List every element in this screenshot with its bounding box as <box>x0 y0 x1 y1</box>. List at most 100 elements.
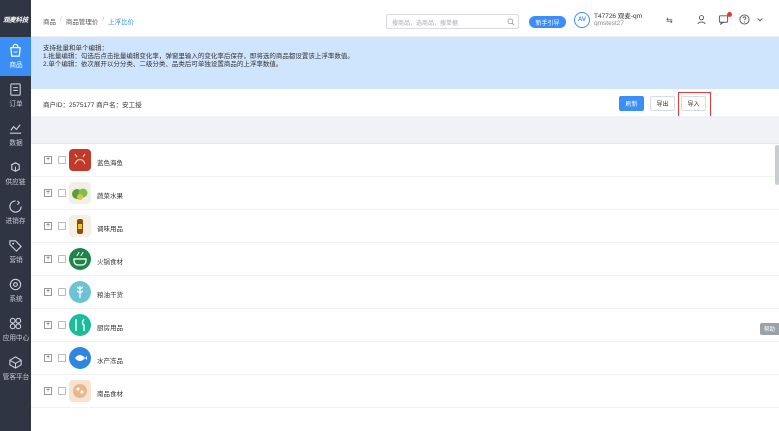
category-name: 水产冻品 <box>97 358 123 365</box>
sidebar-item-system[interactable]: 系统 <box>0 271 31 310</box>
search-placeholder: 搜商品，选商品，搜单据 <box>392 21 459 27</box>
table-header <box>31 116 779 144</box>
sidebar-item-label: 订单 <box>8 101 23 108</box>
shopping-bag-icon <box>10 43 21 57</box>
sidebar: 观麦科技 商品 订单 数据 供应链 进销存 营销 系统 应用中心 管客平台 <box>0 0 31 431</box>
refresh-button[interactable]: 刷新 <box>619 96 644 111</box>
sidebar-item-inventory[interactable]: 进销存 <box>0 193 31 232</box>
switch-account-icon[interactable]: ⇆ <box>666 16 673 25</box>
condiment-icon <box>69 215 91 237</box>
user-icon[interactable] <box>696 14 707 25</box>
sidebar-item-data[interactable]: 数据 <box>0 115 31 154</box>
sidebar-item-label: 系统 <box>8 296 23 303</box>
sidebar-item-goods[interactable]: 商品 <box>0 37 31 76</box>
sidebar-item-label: 管客平台 <box>2 374 29 381</box>
notice-line: 2.单个编辑：依次展开以分分类、二级分类、品类后可单独设置商品的上浮率数值。 <box>43 61 283 68</box>
expand-icon[interactable]: + <box>44 156 52 164</box>
sidebar-item-platform[interactable]: 管客平台 <box>0 349 31 388</box>
search-icon[interactable] <box>507 18 515 26</box>
info-notice: 支持批量和单个编辑： 1.批量编辑：勾选后点击批量编辑变化率，弹窗里输入的变化率… <box>31 37 779 89</box>
row-checkbox[interactable] <box>58 321 66 329</box>
hotpot-icon <box>69 248 91 270</box>
expand-icon[interactable]: + <box>44 288 52 296</box>
settings-icon <box>9 278 22 291</box>
table-row: + 蔬菜水果 <box>31 177 779 210</box>
row-checkbox[interactable] <box>58 222 66 230</box>
kitchen-icon <box>69 314 91 336</box>
category-name: 蓝色海鱼 <box>97 160 123 167</box>
category-table: + 蓝色海鱼 + 蔬菜水果 + 调味用品 + 火锅食材 + 粮油干货 + 厨房用… <box>31 116 779 431</box>
breadcrumb-item[interactable]: 商品管理价 <box>66 16 99 26</box>
table-row: + 火锅食材 <box>31 243 779 276</box>
chevron-down-icon[interactable] <box>756 14 764 25</box>
table-row: + 调味用品 <box>31 210 779 243</box>
sidebar-item-label: 数据 <box>8 140 23 147</box>
seafood-icon <box>69 149 91 171</box>
category-name: 粮油干货 <box>97 292 123 299</box>
row-checkbox[interactable] <box>58 255 66 263</box>
category-name: 调味用品 <box>97 226 123 233</box>
sidebar-item-label: 商品 <box>8 62 23 69</box>
sidebar-item-label: 进销存 <box>5 218 26 225</box>
grain-icon <box>69 281 91 303</box>
food-icon <box>69 380 91 402</box>
table-row: + 蓝色海鱼 <box>31 144 779 177</box>
account-switcher[interactable]: AV T47726 观麦-qm qmstest27 <box>574 12 642 28</box>
sidebar-item-orders[interactable]: 订单 <box>0 76 31 115</box>
table-row: + 水产冻品 <box>31 342 779 375</box>
account-sub: qmstest27 <box>594 20 624 27</box>
notice-title: 支持批量和单个编辑： <box>43 45 108 52</box>
expand-icon[interactable]: + <box>44 387 52 395</box>
table-row: + 南品食材 <box>31 375 779 408</box>
row-checkbox[interactable] <box>58 354 66 362</box>
avatar: AV <box>574 12 590 28</box>
notification-badge <box>727 12 732 17</box>
platform-icon <box>9 356 22 369</box>
merchant-toolbar: 商户ID：2575177 商户名：安工授 刷新 导出 导入 <box>31 89 779 116</box>
breadcrumb-item[interactable]: 商品 <box>43 16 56 26</box>
search-input[interactable]: 搜商品，选商品，搜单据 <box>386 14 519 29</box>
table-row: + 粮油干货 <box>31 276 779 309</box>
tag-icon <box>9 240 22 252</box>
row-checkbox[interactable] <box>58 156 66 164</box>
sidebar-item-label: 供应链 <box>5 179 26 186</box>
expand-icon[interactable]: + <box>44 321 52 329</box>
expand-icon[interactable]: + <box>44 222 52 230</box>
help-side-tab[interactable]: 帮助 <box>760 323 779 335</box>
help-icon[interactable] <box>739 14 750 25</box>
inventory-icon <box>9 200 22 213</box>
guide-button[interactable]: 新手引导 <box>529 16 566 28</box>
expand-icon[interactable]: + <box>44 354 52 362</box>
merchant-info: 商户ID：2575177 商户名：安工授 <box>43 102 142 109</box>
category-name: 蔬菜水果 <box>97 193 123 200</box>
row-checkbox[interactable] <box>58 387 66 395</box>
expand-icon[interactable]: + <box>44 255 52 263</box>
sidebar-item-label: 营销 <box>8 257 23 264</box>
brand-logo[interactable]: 观麦科技 <box>0 0 31 37</box>
expand-icon[interactable]: + <box>44 189 52 197</box>
export-button[interactable]: 导出 <box>650 96 675 111</box>
row-checkbox[interactable] <box>58 189 66 197</box>
sidebar-item-label: 应用中心 <box>2 335 29 342</box>
top-header: 商品 / 商品管理价 / 上浮比价 搜商品，选商品，搜单据 新手引导 AV T4… <box>31 0 779 37</box>
category-name: 南品食材 <box>97 391 123 398</box>
app-root: 观麦科技 商品 订单 数据 供应链 进销存 营销 系统 应用中心 管客平台 商品… <box>0 0 779 431</box>
breadcrumb: 商品 / 商品管理价 / 上浮比价 <box>43 16 135 26</box>
sidebar-item-supply-chain[interactable]: 供应链 <box>0 154 31 193</box>
breadcrumb-current: 上浮比价 <box>108 19 135 26</box>
notice-line: 1.批量编辑：勾选后点击批量编辑变化率，弹窗里输入的变化率后保存，即将选的商品都… <box>43 53 354 60</box>
order-icon <box>10 83 21 96</box>
frozen-icon <box>69 347 91 369</box>
account-name: T47726 观麦-qm <box>594 13 643 20</box>
vegetable-icon <box>69 182 91 204</box>
scrollbar[interactable] <box>775 145 779 185</box>
chart-icon <box>9 124 22 134</box>
supply-chain-icon <box>11 162 20 172</box>
category-name: 火锅食材 <box>97 259 123 266</box>
table-row: + 厨房用品 <box>31 309 779 342</box>
row-checkbox[interactable] <box>58 288 66 296</box>
sidebar-item-marketing[interactable]: 营销 <box>0 232 31 271</box>
app-center-icon <box>9 317 22 330</box>
category-name: 厨房用品 <box>97 325 123 332</box>
sidebar-item-app-center[interactable]: 应用中心 <box>0 310 31 349</box>
